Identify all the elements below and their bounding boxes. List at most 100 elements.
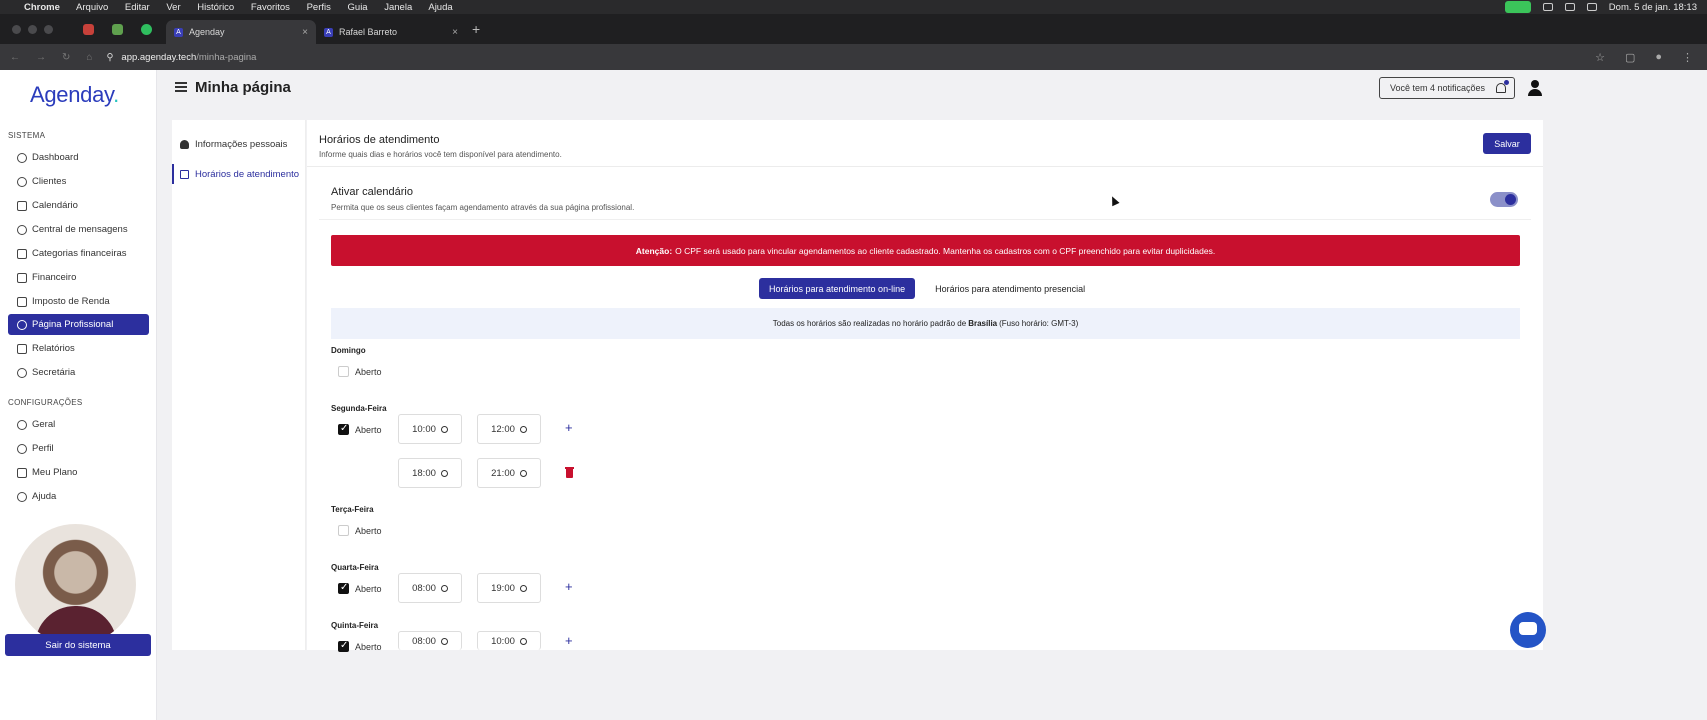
close-tab-icon[interactable]: × xyxy=(452,27,458,38)
menu-ver[interactable]: Ver xyxy=(166,2,180,13)
clock-icon xyxy=(440,584,448,592)
wifi-icon[interactable] xyxy=(1542,3,1553,11)
sidebar-item-label: Dashboard xyxy=(32,152,79,163)
tab-rafael-barreto[interactable]: A Rafael Barreto × xyxy=(316,20,466,44)
menu-guia[interactable]: Guia xyxy=(348,2,368,13)
add-slot-icon[interactable]: + xyxy=(565,579,573,594)
tab-presencial[interactable]: Horários para atendimento presencial xyxy=(925,278,1095,299)
home-icon[interactable]: ⌂ xyxy=(86,52,92,63)
add-slot-icon[interactable]: + xyxy=(565,420,573,435)
day-label-quarta: Quarta-Feira xyxy=(331,563,379,572)
clock-text[interactable]: Dom. 5 de jan. 18:13 xyxy=(1609,2,1697,13)
save-button[interactable]: Salvar xyxy=(1483,133,1531,154)
hamburger-menu-icon[interactable] xyxy=(175,82,187,92)
minimize-window-icon[interactable] xyxy=(28,24,37,34)
pinned-slack-icon[interactable] xyxy=(112,23,123,35)
open-checkbox-quarta[interactable] xyxy=(338,582,349,594)
subnav-informacoes-pessoais[interactable]: Informações pessoais xyxy=(172,134,306,154)
time-start-input[interactable]: 10:00 xyxy=(398,414,462,444)
menu-perfis[interactable]: Perfis xyxy=(307,2,331,13)
menu-editar[interactable]: Editar xyxy=(125,2,150,13)
pinned-calendar-icon[interactable] xyxy=(83,23,94,35)
sidebar-item-relatorios[interactable]: Relatórios xyxy=(8,338,149,359)
sidebar-item-pagina-profissional[interactable]: Página Profissional xyxy=(8,314,149,335)
day-label-segunda: Segunda-Feira xyxy=(331,404,387,413)
open-label: Aberto xyxy=(355,584,382,594)
time-end-input[interactable]: 12:00 xyxy=(477,414,541,444)
menu-favoritos[interactable]: Favoritos xyxy=(251,2,290,13)
delete-slot-icon[interactable] xyxy=(565,467,574,478)
bookmark-star-icon[interactable]: ☆ xyxy=(1595,51,1605,64)
sidebar-item-geral[interactable]: Geral xyxy=(8,414,149,435)
section-title: Horários de atendimento xyxy=(319,134,440,146)
extensions-icon[interactable]: ▢ xyxy=(1625,51,1635,64)
sidebar-item-meu-plano[interactable]: Meu Plano xyxy=(8,462,149,483)
time-end-input[interactable]: 21:00 xyxy=(477,458,541,488)
browser-actions: ☆ ▢ ● ⋮ xyxy=(1595,51,1693,64)
sidebar-item-label: Meu Plano xyxy=(32,467,78,478)
pinned-whatsapp-icon[interactable] xyxy=(141,23,152,35)
close-window-icon[interactable] xyxy=(12,24,21,34)
site-info-icon[interactable]: ⚲ xyxy=(106,52,113,63)
menu-app-name[interactable]: Chrome xyxy=(24,2,60,13)
tab-online[interactable]: Horários para atendimento on-line xyxy=(759,278,916,299)
clock-icon xyxy=(519,637,527,645)
menu-janela[interactable]: Janela xyxy=(384,2,412,13)
menu-historico[interactable]: Histórico xyxy=(197,2,234,13)
facetime-indicator-icon[interactable] xyxy=(1504,1,1531,13)
sidebar-item-ajuda[interactable]: Ajuda xyxy=(8,486,149,507)
forward-icon[interactable]: → xyxy=(36,52,46,63)
agenday-logo[interactable]: Agenday. xyxy=(30,82,119,108)
calendar-toggle-switch[interactable] xyxy=(1490,192,1518,207)
user-avatar-icon[interactable] xyxy=(1528,80,1542,96)
time-end-input[interactable]: 19:00 xyxy=(477,573,541,603)
chat-support-button[interactable] xyxy=(1510,612,1546,648)
sidebar-item-dashboard[interactable]: Dashboard xyxy=(8,147,149,168)
sidebar-item-perfil[interactable]: Perfil xyxy=(8,438,149,459)
sidebar-item-categorias[interactable]: Categorias financeiras xyxy=(8,243,149,264)
subnav-horarios-atendimento[interactable]: Horários de atendimento xyxy=(172,164,306,184)
page-scrollbar[interactable] xyxy=(1558,70,1567,720)
control-center-icon[interactable] xyxy=(1586,3,1597,11)
sidebar-item-calendario[interactable]: Calendário xyxy=(8,195,149,216)
url-path: /minha-pagina xyxy=(196,51,257,63)
add-slot-icon[interactable]: + xyxy=(565,633,573,648)
section-subtitle: Informe quais dias e horários você tem d… xyxy=(319,150,562,159)
alert-text: O CPF será usado para vincular agendamen… xyxy=(675,245,1216,256)
time-start-input[interactable]: 08:00 xyxy=(398,573,462,603)
sidebar-item-clientes[interactable]: Clientes xyxy=(8,171,149,192)
alert-strong: Atenção: xyxy=(635,245,673,256)
sidebar-item-mensagens[interactable]: Central de mensagens xyxy=(8,219,149,240)
sidebar-item-financeiro[interactable]: Financeiro xyxy=(8,267,149,288)
sidebar-item-secretaria[interactable]: Secretária xyxy=(8,362,149,383)
url-field[interactable]: ⚲ app.agenday.tech/minha-pagina xyxy=(106,52,256,63)
reload-icon[interactable]: ↻ xyxy=(62,52,70,63)
back-icon[interactable]: ← xyxy=(10,52,20,63)
battery-icon[interactable] xyxy=(1564,3,1575,11)
close-tab-icon[interactable]: × xyxy=(302,27,308,38)
time-end-input[interactable]: 10:00 xyxy=(477,631,541,650)
time-start-input[interactable]: 18:00 xyxy=(398,458,462,488)
day-label-quinta: Quinta-Feira xyxy=(331,621,379,630)
sidebar-item-imposto[interactable]: Imposto de Renda xyxy=(8,291,149,312)
open-checkbox-quinta[interactable] xyxy=(338,640,349,652)
open-checkbox-terca[interactable] xyxy=(338,525,349,536)
menu-ajuda[interactable]: Ajuda xyxy=(428,2,452,13)
reports-icon xyxy=(17,343,27,354)
notifications-button[interactable]: Você tem 4 notificações xyxy=(1379,77,1515,99)
time-start-input[interactable]: 08:00 xyxy=(398,631,462,650)
menu-arquivo[interactable]: Arquivo xyxy=(76,2,108,13)
sidebar-item-label: Secretária xyxy=(32,367,76,378)
open-checkbox-domingo[interactable] xyxy=(338,366,349,377)
sidebar-item-label: Perfil xyxy=(32,443,54,454)
open-checkbox-segunda[interactable] xyxy=(338,423,349,435)
app-menu: Chrome Arquivo Editar Ver Histórico Favo… xyxy=(24,2,467,13)
zoom-window-icon[interactable] xyxy=(44,24,53,34)
profile-icon[interactable]: ● xyxy=(1655,51,1662,64)
webcam-overlay xyxy=(15,524,136,645)
new-tab-icon[interactable]: + xyxy=(472,21,480,37)
browser-menu-icon[interactable]: ⋮ xyxy=(1682,51,1693,64)
tab-agenday[interactable]: A Agenday × xyxy=(166,20,316,44)
clock-icon xyxy=(519,425,527,433)
logout-button[interactable]: Sair do sistema xyxy=(5,634,151,656)
